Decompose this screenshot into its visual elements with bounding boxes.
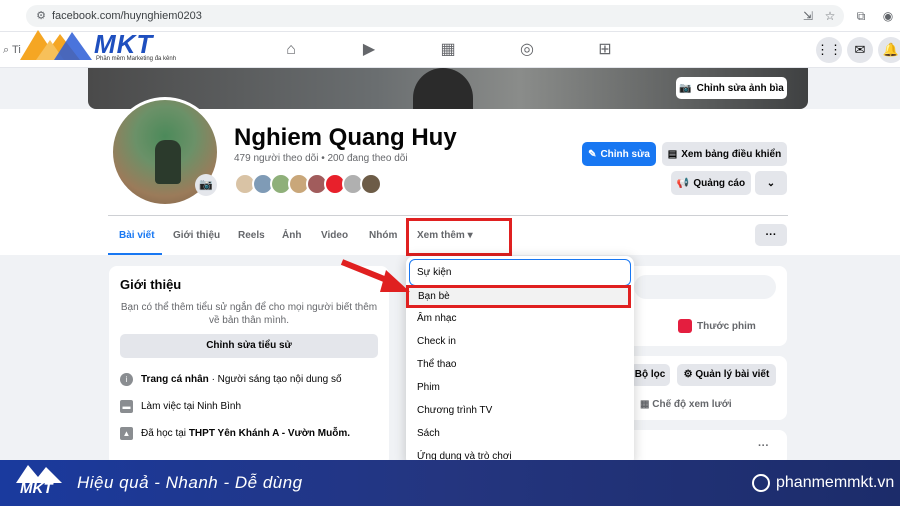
profile-icon[interactable]: ◉ <box>880 8 896 24</box>
groups-icon[interactable]: ◎ <box>517 40 537 60</box>
edit-bio-button[interactable]: Chỉnh sửa tiểu sử <box>120 334 378 358</box>
extensions-icon[interactable]: ⧉ <box>853 8 869 24</box>
intro-row-work: ▬ Làm việc tại Ninh Bình <box>120 400 241 413</box>
footer-slogan: Hiệu quả - Nhanh - Dễ dùng <box>77 473 303 492</box>
manage-posts-label: Quản lý bài viết <box>695 369 770 380</box>
work-text: Làm việc tại Ninh Bình <box>141 401 242 412</box>
dashboard-label: Xem bảng điều khiển <box>681 148 782 160</box>
intro-description: Bạn có thể thêm tiểu sử ngắn để cho mọi … <box>120 302 378 326</box>
dashboard-icon: ▤ <box>667 148 678 160</box>
cover-person <box>413 68 473 109</box>
edit-cover-button[interactable]: 📷 Chỉnh sửa ảnh bìa <box>676 77 787 99</box>
messenger-icon[interactable]: ✉ <box>847 37 873 63</box>
tab-photos[interactable]: Ảnh <box>282 230 301 241</box>
ads-button[interactable]: 📢 Quảng cáo <box>671 171 751 195</box>
notifications-icon[interactable]: 🔔 <box>878 37 900 63</box>
search-icon: ⌕ <box>3 44 10 56</box>
avatar-camera-icon[interactable]: 📷 <box>195 174 217 196</box>
more-options-button[interactable]: ⌄ <box>755 171 787 195</box>
mkt-logo: MKT Phần mềm Marketing đa kênh <box>20 26 180 66</box>
info-icon: i <box>120 373 133 386</box>
intro-row-education: ▲ Đã học tại THPT Yên Khánh A - Vườn Muỗ… <box>120 427 350 440</box>
composer-input[interactable] <box>634 275 776 299</box>
video-icon[interactable]: ▶ <box>359 40 379 60</box>
follower-count[interactable]: 479 người theo dõi • 200 đang theo dõi <box>234 153 408 164</box>
globe-icon <box>752 474 770 492</box>
edit-profile-label: Chỉnh sửa <box>600 148 650 160</box>
filter-button[interactable]: Bộ lọc <box>630 364 670 386</box>
tab-posts[interactable]: Bài viết <box>119 230 155 241</box>
footer-brand: MKT <box>20 480 53 497</box>
gear-icon: ⚙ <box>683 369 693 380</box>
menu-item-sports[interactable]: Thể thao <box>417 359 456 370</box>
intro-row-profile: i Trang cá nhân · Người sáng tạo nội dun… <box>120 373 342 386</box>
megaphone-icon: 📢 <box>676 177 690 189</box>
reels-label: Thước phim <box>697 320 756 332</box>
url-text[interactable]: facebook.com/huynghiem0203 <box>52 10 202 22</box>
active-tab-indicator <box>108 253 162 255</box>
chevron-down-icon: ⌄ <box>766 177 776 189</box>
profile-type: Trang cá nhân <box>141 374 209 385</box>
grid-icon: ▦ <box>640 399 650 410</box>
reels-button[interactable]: Thước phim <box>678 319 756 333</box>
grid-view-tab[interactable]: ▦ Chế độ xem lưới <box>640 399 732 410</box>
school-name: THPT Yên Khánh A - Vườn Muỗm. <box>188 428 351 439</box>
view-mode-label: Chế độ xem lưới <box>652 399 732 410</box>
ellipsis-button[interactable]: ··· <box>755 224 787 246</box>
install-icon[interactable]: ⇲ <box>800 8 816 24</box>
menu-item-tv-shows[interactable]: Chương trình TV <box>417 405 492 416</box>
tab-about[interactable]: Giới thiệu <box>173 230 220 241</box>
menu-item-music[interactable]: Âm nhạc <box>417 313 456 324</box>
filter-label: Bộ lọc <box>634 369 666 380</box>
reel-icon <box>678 319 692 333</box>
menu-item-movies[interactable]: Phim <box>417 382 440 393</box>
red-arrow-icon <box>340 259 410 292</box>
marketplace-icon[interactable]: ▦ <box>438 40 458 60</box>
profile-name: Nghiem Quang Huy <box>234 124 457 151</box>
edit-cover-label: Chỉnh sửa ảnh bìa <box>696 82 784 94</box>
briefcase-icon: ▬ <box>120 400 133 413</box>
camera-icon: 📷 <box>679 82 692 94</box>
tab-video[interactable]: Video <box>321 230 348 241</box>
dashboard-button[interactable]: ▤ Xem bảng điều khiển <box>662 142 787 166</box>
mkt-logo-mark <box>20 30 92 60</box>
friend-avatar[interactable] <box>360 173 382 195</box>
tab-reels[interactable]: Reels <box>238 230 265 241</box>
ads-label: Quảng cáo <box>693 177 746 189</box>
friends-highlight: Bạn bè <box>406 285 631 308</box>
gaming-icon[interactable]: ⊞ <box>595 40 615 60</box>
post-options-icon[interactable]: ··· <box>758 440 769 452</box>
divider <box>108 215 788 216</box>
menu-item-checkins[interactable]: Check in <box>417 336 456 347</box>
footer-logo: MKT <box>16 463 62 503</box>
education-prefix: Đã học tại <box>141 428 189 439</box>
edit-profile-button[interactable]: ✎ Chỉnh sửa <box>582 142 656 166</box>
menu-item-books[interactable]: Sách <box>417 428 440 439</box>
bookmark-star-icon[interactable]: ☆ <box>822 8 838 24</box>
pencil-icon: ✎ <box>588 148 597 160</box>
home-icon[interactable]: ⌂ <box>281 40 301 60</box>
profile-category: · Người sáng tạo nội dung số <box>208 374 342 385</box>
footer-website: phanmemmkt.vn <box>776 474 895 491</box>
friends-label[interactable]: Bạn bè <box>418 291 450 302</box>
focused-menu-item-outline <box>409 259 631 286</box>
manage-posts-button[interactable]: ⚙ Quản lý bài viết <box>677 364 776 386</box>
intro-title: Giới thiệu <box>120 277 182 292</box>
mkt-tagline: Phần mềm Marketing đa kênh <box>96 56 177 62</box>
site-info-icon[interactable]: ⚙ <box>34 9 48 23</box>
tab-groups[interactable]: Nhóm <box>369 230 397 241</box>
menu-grid-icon[interactable]: ⋮⋮ <box>816 37 842 63</box>
see-more-highlight <box>406 218 512 256</box>
graduation-cap-icon: ▲ <box>120 427 133 440</box>
